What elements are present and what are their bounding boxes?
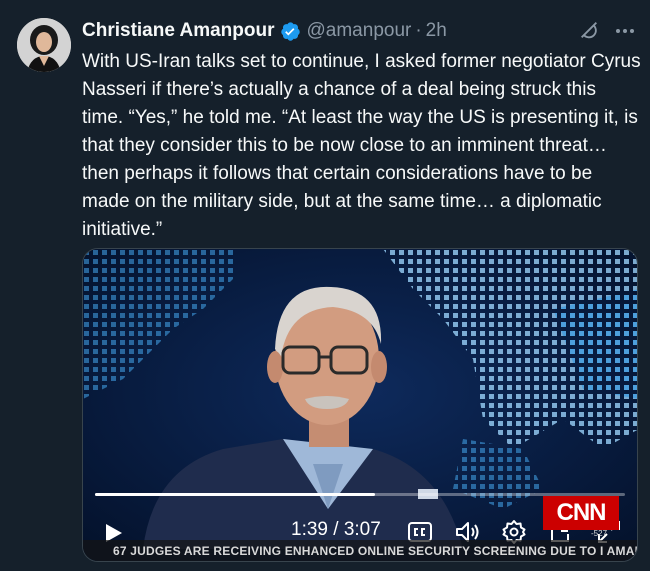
- time-separator: /: [333, 519, 339, 540]
- current-time: 1:39: [291, 519, 328, 540]
- grok-icon[interactable]: [578, 19, 600, 41]
- duration: 3:07: [343, 519, 381, 540]
- tweet-timestamp[interactable]: 2h: [426, 20, 447, 42]
- news-ticker: 67 JUDGES ARE RECEIVING ENHANCED ONLINE …: [83, 540, 637, 561]
- channel-number: -527: [591, 529, 608, 538]
- avatar[interactable]: [17, 18, 71, 72]
- author-name[interactable]: Christiane Amanpour: [82, 20, 275, 42]
- more-icon[interactable]: [614, 23, 636, 39]
- tweet: Christiane Amanpour @amanpour · 2h With …: [0, 0, 650, 571]
- tweet-header: Christiane Amanpour @amanpour · 2h: [82, 17, 447, 45]
- header-separator: ·: [415, 20, 422, 41]
- tweet-text: With US-Iran talks set to continue, I as…: [82, 51, 641, 240]
- time-readout: 1:39 / 3:07: [291, 519, 381, 541]
- video-player[interactable]: 1:39 / 3:07 CNN -527 67 JUDGES ARE RECEI…: [82, 248, 638, 562]
- progress-fill: [95, 493, 376, 496]
- cnn-logo: CNN: [543, 496, 619, 530]
- verified-badge-icon: [280, 21, 300, 41]
- author-handle[interactable]: @amanpour: [307, 20, 412, 42]
